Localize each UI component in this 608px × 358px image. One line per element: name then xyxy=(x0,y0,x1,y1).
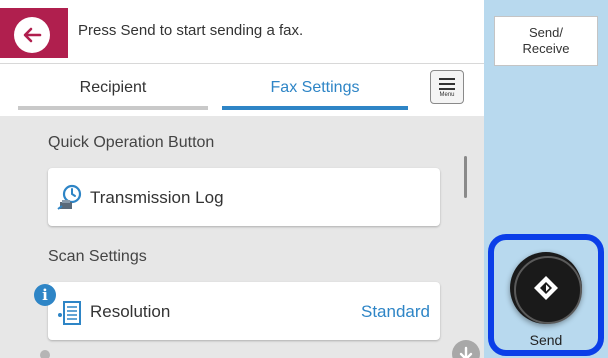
scrollbar[interactable] xyxy=(464,156,467,198)
tab-bar: Recipient Fax Settings Menu xyxy=(0,64,484,116)
fax-screen: Press Send to start sending a fax. Recip… xyxy=(0,0,608,358)
menu-button-label: Menu xyxy=(439,92,455,98)
back-arrow-icon xyxy=(23,27,42,43)
transmission-log-label: Transmission Log xyxy=(90,188,224,207)
back-button[interactable] xyxy=(14,17,50,53)
arrow-down-icon xyxy=(459,346,473,358)
section-title-scan-settings: Scan Settings xyxy=(48,248,147,265)
menu-icon xyxy=(439,77,455,80)
tab-fax-settings[interactable]: Fax Settings xyxy=(222,64,408,112)
back-tab[interactable] xyxy=(0,8,68,58)
transmission-log-button[interactable]: Transmission Log xyxy=(48,168,440,226)
settings-list[interactable]: Quick Operation Button Transmission Log … xyxy=(0,116,484,358)
send-receive-button[interactable]: Send/ Receive xyxy=(494,16,598,66)
info-icon[interactable]: i xyxy=(34,284,56,306)
tab-recipient[interactable]: Recipient xyxy=(18,64,208,112)
resolution-icon xyxy=(58,301,81,325)
resolution-label: Resolution xyxy=(90,302,171,321)
section-title-quick-operation: Quick Operation Button xyxy=(48,134,215,151)
resolution-setting[interactable]: Resolution Standard xyxy=(48,282,440,340)
send-button[interactable] xyxy=(510,252,582,324)
menu-button[interactable]: Menu xyxy=(430,70,464,104)
side-panel: Send/ Receive Send xyxy=(484,0,608,358)
send-receive-label-line1: Send/ xyxy=(529,25,563,40)
resolution-value: Standard xyxy=(361,302,430,321)
header-message: Press Send to start sending a fax. xyxy=(78,22,304,39)
transmission-log-icon xyxy=(57,184,82,210)
start-diamond-icon xyxy=(534,276,558,300)
partial-info-icon xyxy=(40,350,50,358)
header-bar: Press Send to start sending a fax. xyxy=(0,0,484,64)
scroll-down-button[interactable] xyxy=(452,340,480,358)
send-receive-label-line2: Receive xyxy=(522,41,570,56)
send-highlight-frame: Send xyxy=(488,234,604,356)
send-label: Send xyxy=(529,332,563,348)
